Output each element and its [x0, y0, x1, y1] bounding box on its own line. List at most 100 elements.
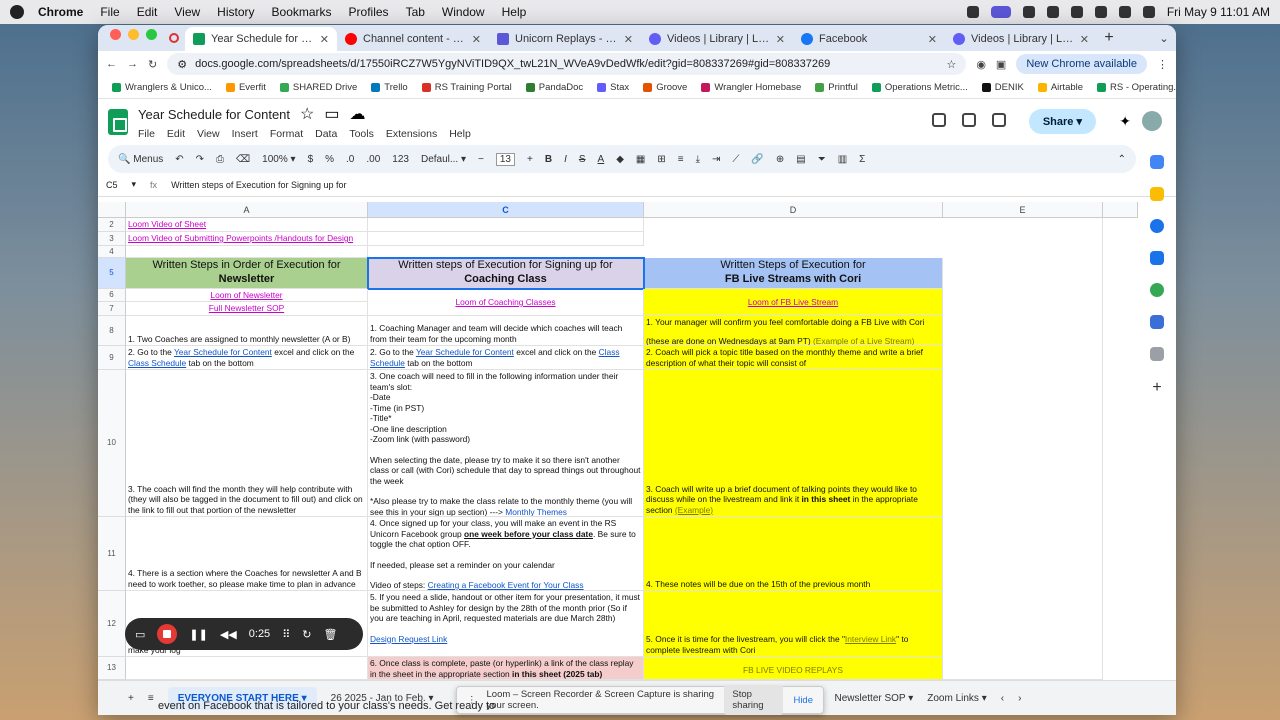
close-tab-icon[interactable]: ✕	[472, 33, 481, 46]
close-tab-icon[interactable]: ✕	[1080, 33, 1089, 46]
drag-handle-icon[interactable]: ⠿	[282, 628, 290, 641]
menus-search-button[interactable]: 🔍 Menus	[118, 154, 163, 165]
bookmark-item[interactable]: SHARED Drive	[279, 82, 357, 93]
menu-tab[interactable]: Tab	[406, 5, 425, 19]
move-folder-icon[interactable]: ▭	[324, 104, 339, 124]
cell-d11[interactable]: 4. These notes will be due on the 15th o…	[644, 517, 943, 591]
menu-bookmarks[interactable]: Bookmarks	[272, 5, 332, 19]
link-example-live-stream[interactable]: (Example of a Live Stream)	[813, 336, 914, 346]
link-loom-fb-live[interactable]: Loom of FB Live Stream	[748, 297, 838, 307]
fill-color-icon[interactable]: ◆	[616, 154, 624, 165]
bookmark-item[interactable]: Wranglers & Unico...	[112, 82, 212, 93]
cell-a8[interactable]: 1. Two Coaches are assigned to monthly n…	[126, 316, 368, 346]
history-icon[interactable]	[932, 113, 946, 127]
doc-menu-file[interactable]: File	[138, 128, 155, 140]
col-header-extra[interactable]	[1103, 202, 1138, 218]
bookmark-item[interactable]: Groove	[643, 82, 687, 93]
doc-menu-data[interactable]: Data	[315, 128, 337, 140]
font-select[interactable]: Defaul... ▾	[421, 154, 466, 165]
italic-icon[interactable]: I	[564, 154, 567, 165]
menu-window[interactable]: Window	[442, 5, 485, 19]
sheet-tab-zoom-links[interactable]: Zoom Links ▾	[927, 693, 987, 704]
browser-tab-3[interactable]: Videos | Library | Loom ✕	[641, 27, 793, 51]
menu-file[interactable]: File	[100, 5, 119, 19]
addon-icon[interactable]	[1150, 315, 1164, 329]
cell-d10[interactable]: 3. Coach will write up a brief document …	[644, 370, 943, 517]
rotate-text-icon[interactable]: ⟋	[732, 154, 739, 165]
restart-icon[interactable]: ↻	[302, 628, 311, 641]
camera-icon[interactable]: ▭	[135, 628, 145, 641]
comment-icon[interactable]: ⊕	[776, 154, 784, 165]
paint-format-icon[interactable]: ⌫	[236, 154, 250, 165]
doc-menu-tools[interactable]: Tools	[349, 128, 374, 140]
scroll-tabs-left-icon[interactable]: ‹	[1001, 693, 1004, 704]
col-header-c[interactable]: C	[368, 202, 644, 218]
menubar-clock[interactable]: Fri May 9 11:01 AM	[1167, 5, 1270, 19]
scroll-tabs-right-icon[interactable]: ›	[1018, 693, 1021, 704]
chart-icon[interactable]: ▤	[796, 154, 805, 165]
site-settings-icon[interactable]: ⚙	[177, 58, 187, 71]
new-tab-icon[interactable]: +	[1097, 29, 1121, 47]
close-tab-icon[interactable]: ✕	[320, 33, 329, 46]
forward-icon[interactable]: →	[127, 58, 138, 70]
col-header-e[interactable]: E	[943, 202, 1103, 218]
row-header-6[interactable]: 6	[98, 289, 126, 302]
doc-menu-insert[interactable]: Insert	[232, 128, 258, 140]
menu-history[interactable]: History	[217, 5, 254, 19]
link-icon[interactable]: 🔗	[751, 154, 763, 165]
menu-help[interactable]: Help	[502, 5, 527, 19]
stop-sharing-button[interactable]: Stop sharing	[724, 685, 784, 715]
pause-icon[interactable]: ❚❚	[189, 628, 207, 641]
browser-tab-2[interactable]: Unicorn Replays - Workout C ✕	[489, 27, 641, 51]
redo-icon[interactable]: ↷	[196, 154, 204, 165]
link-loom-video-sheet[interactable]: Loom Video of Sheet	[128, 219, 206, 229]
cell-c8[interactable]: 1. Coaching Manager and team will decide…	[368, 316, 644, 346]
filter-views-icon[interactable]: ▥	[838, 154, 847, 165]
cell-c12[interactable]: 5. If you need a slide, handout or other…	[368, 591, 644, 657]
bookmark-item[interactable]: RS Training Portal	[421, 82, 512, 93]
percent-button[interactable]: %	[325, 154, 334, 165]
extension-icon[interactable]: ◉	[976, 58, 986, 71]
font-size-input[interactable]: 13	[495, 152, 515, 166]
link-loom-video-submitting[interactable]: Loom Video of Submitting Powerpoints /Ha…	[128, 233, 353, 243]
control-center-icon[interactable]	[1142, 6, 1155, 18]
increase-decimal-button[interactable]: .00	[366, 154, 380, 165]
row-header-8[interactable]: 8	[98, 316, 126, 346]
sheets-logo-icon[interactable]	[108, 109, 128, 135]
filter-icon[interactable]: ⏷	[818, 154, 826, 165]
hide-button[interactable]: Hide	[793, 695, 813, 706]
cell-a4[interactable]	[126, 246, 368, 258]
more-formats-button[interactable]: 123	[392, 154, 409, 165]
screen-share-icon[interactable]	[990, 6, 1011, 18]
cell-d8[interactable]: 1. Your manager will confirm you feel co…	[644, 316, 943, 346]
zoom-select[interactable]: 100% ▾	[262, 154, 295, 165]
row-header-2[interactable]: 2	[98, 218, 126, 232]
doc-menu-extensions[interactable]: Extensions	[386, 128, 437, 140]
cell-a7[interactable]: Full Newsletter SOP	[126, 302, 368, 316]
bold-icon[interactable]: B	[545, 154, 552, 165]
bookmark-item[interactable]: Airtable	[1037, 82, 1083, 93]
cell-c11[interactable]: 4. Once signed up for your class, you wi…	[368, 517, 644, 591]
add-addon-icon[interactable]: +	[1152, 379, 1161, 397]
link-creating-fb-event[interactable]: Creating a Facebook Event for Your Class	[428, 580, 584, 590]
star-icon[interactable]: ☆	[300, 104, 314, 124]
cell-c6[interactable]: Loom of Coaching Classes	[368, 289, 644, 316]
addon-icon[interactable]	[1150, 347, 1164, 361]
name-box[interactable]: C5	[106, 180, 118, 190]
row-header-11[interactable]: 11	[98, 517, 126, 591]
bookmark-item[interactable]: Printful	[815, 82, 858, 93]
menu-view[interactable]: View	[174, 5, 200, 19]
stop-recording-button[interactable]	[157, 624, 178, 644]
bookmark-item[interactable]: Trello	[371, 82, 408, 93]
rewind-icon[interactable]: ◀◀	[220, 628, 237, 641]
loom-icon[interactable]	[1022, 6, 1035, 18]
keep-icon[interactable]	[1150, 187, 1164, 201]
cell-a6[interactable]: Loom of Newsletter	[126, 289, 368, 302]
back-icon[interactable]: ←	[106, 58, 117, 70]
row-header-4[interactable]: 4	[98, 246, 126, 258]
close-tab-icon[interactable]: ✕	[624, 33, 633, 46]
gemini-icon[interactable]: ✦	[1119, 113, 1131, 130]
calendar-icon[interactable]	[1150, 155, 1164, 169]
link-loom-newsletter[interactable]: Loom of Newsletter	[210, 290, 282, 300]
row-header-9[interactable]: 9	[98, 346, 126, 370]
